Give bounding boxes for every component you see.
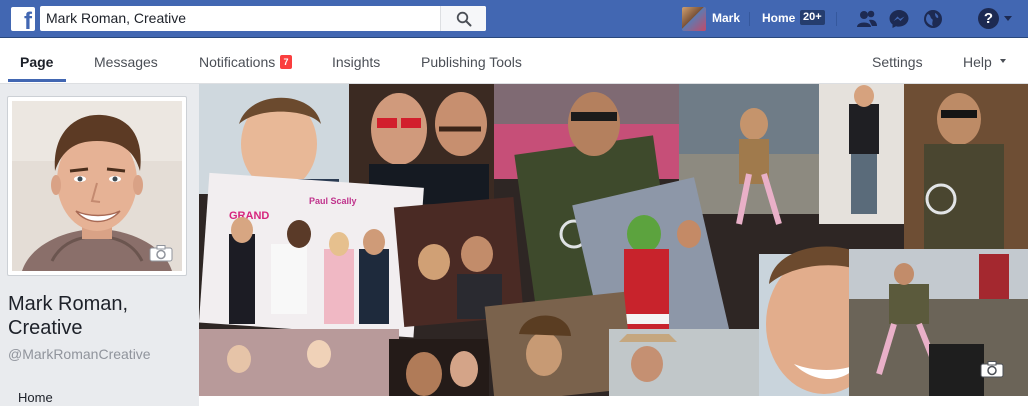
cover-photo[interactable]: GRAND Paul Scally bbox=[199, 84, 1028, 396]
tab-notifications[interactable]: Notifications bbox=[199, 54, 275, 70]
home-count-badge: 20+ bbox=[800, 10, 825, 25]
cover-collage-image: GRAND Paul Scally bbox=[199, 84, 1028, 396]
search-button[interactable] bbox=[440, 6, 486, 31]
active-tab-indicator bbox=[8, 79, 66, 82]
left-menu-item-home[interactable]: Home bbox=[18, 390, 53, 405]
tab-insights[interactable]: Insights bbox=[332, 54, 380, 70]
tab-page[interactable]: Page bbox=[20, 54, 53, 70]
tab-messages[interactable]: Messages bbox=[94, 54, 158, 70]
notifications-badge: 7 bbox=[280, 55, 292, 69]
update-profile-photo-camera-icon[interactable] bbox=[149, 244, 173, 262]
page-username[interactable]: @MarkRomanCreative bbox=[8, 346, 151, 362]
facebook-logo-icon[interactable]: f bbox=[11, 7, 35, 34]
update-cover-photo-camera-icon[interactable] bbox=[980, 360, 1004, 378]
search-input[interactable]: Mark Roman, Creative bbox=[40, 6, 486, 31]
tab-publishing-tools[interactable]: Publishing Tools bbox=[421, 54, 522, 70]
avatar bbox=[682, 7, 706, 31]
search-value: Mark Roman, Creative bbox=[46, 10, 187, 26]
top-bar: f Mark Roman, Creative Mark Home 20+ ? bbox=[0, 0, 1028, 38]
messenger-icon[interactable] bbox=[888, 9, 910, 29]
user-name: Mark bbox=[712, 11, 741, 25]
divider bbox=[836, 12, 837, 26]
tab-settings[interactable]: Settings bbox=[872, 54, 923, 70]
globe-icon[interactable] bbox=[922, 9, 944, 29]
page-nav: Page Messages Notifications Insights Pub… bbox=[0, 38, 1028, 84]
caret-down-icon[interactable] bbox=[1004, 16, 1012, 21]
svg-text:Paul Scally: Paul Scally bbox=[309, 196, 357, 206]
home-link[interactable]: Home bbox=[762, 11, 795, 25]
cover-footer-bar bbox=[199, 396, 1028, 406]
help-caret-icon[interactable] bbox=[1000, 59, 1006, 63]
page-title[interactable]: Mark Roman, Creative bbox=[8, 292, 193, 340]
friend-requests-icon[interactable] bbox=[856, 9, 878, 29]
tab-help[interactable]: Help bbox=[963, 54, 992, 70]
help-icon[interactable]: ? bbox=[978, 8, 999, 29]
divider bbox=[749, 12, 750, 26]
search-icon bbox=[456, 11, 472, 27]
